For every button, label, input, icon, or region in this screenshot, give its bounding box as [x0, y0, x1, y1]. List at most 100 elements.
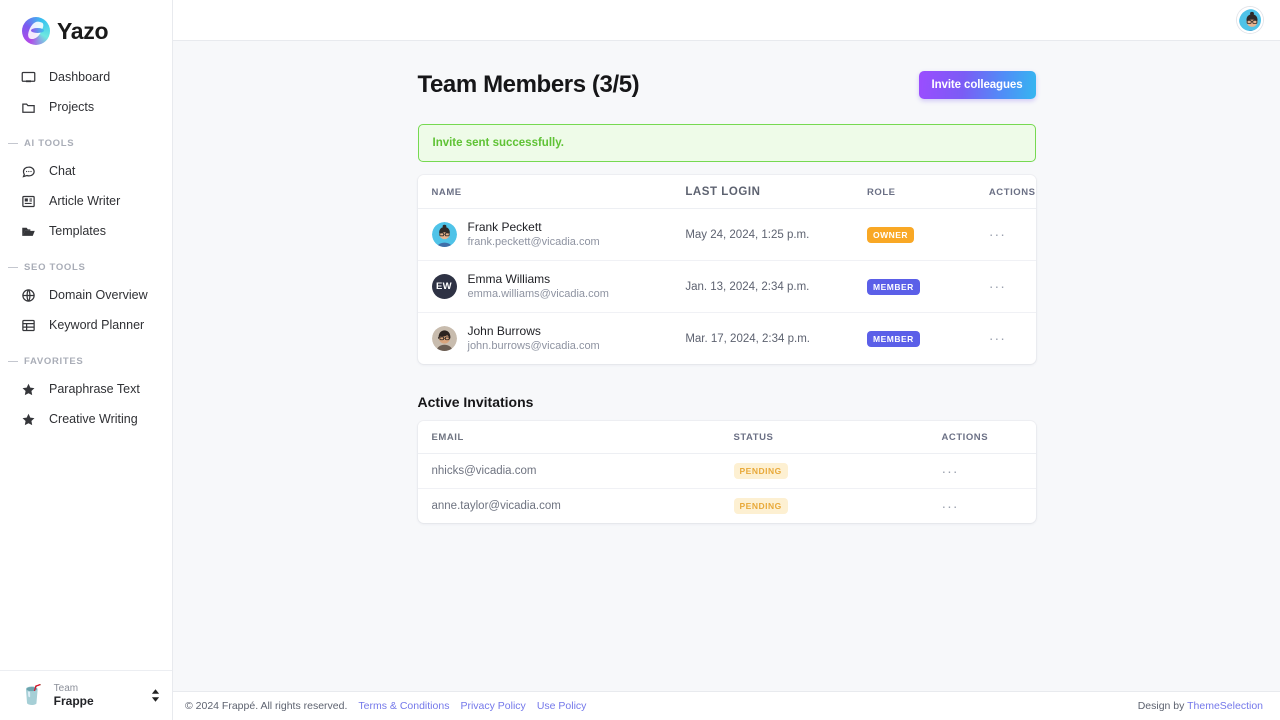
table-row[interactable]: EW Emma Williams emma.williams@vicadia.c… — [418, 261, 1036, 313]
brand-logo[interactable]: Yazo — [0, 0, 172, 50]
copyright-text: © 2024 Frappé. All rights reserved. — [185, 700, 347, 712]
table-head: NAME LAST LOGIN ROLE ACTIONS — [418, 175, 1036, 209]
monitor-icon — [20, 69, 37, 86]
footer-link-terms[interactable]: Terms & Conditions — [358, 700, 449, 712]
sidebar-item-label: Dashboard — [49, 70, 110, 84]
sidebar-item-label: Paraphrase Text — [49, 382, 140, 396]
cell-role: OWNER — [867, 209, 971, 261]
column-header-name: NAME — [418, 175, 686, 209]
chat-bubble-icon — [20, 163, 37, 180]
sidebar-item-label: Article Writer — [49, 194, 120, 208]
user-avatar-button[interactable] — [1237, 7, 1263, 33]
table-row[interactable]: anne.taylor@vicadia.com PENDING ··· — [418, 489, 1036, 524]
member-email: emma.williams@vicadia.com — [468, 287, 609, 302]
avatar-frank-image — [432, 222, 457, 247]
member-name: Emma Williams — [468, 271, 609, 287]
member-identity: Frank Peckett frank.peckett@vicadia.com — [432, 209, 686, 260]
footer-right: Design by ThemeSelection — [1138, 700, 1263, 712]
table-header-row: NAME LAST LOGIN ROLE ACTIONS — [418, 175, 1036, 209]
member-email: frank.peckett@vicadia.com — [468, 235, 600, 250]
sidebar-section-ai-tools: AI TOOLS — [0, 122, 172, 156]
star-icon — [20, 411, 37, 428]
section-title: AI TOOLS — [24, 138, 74, 149]
sidebar-section-seo-tools: SEO TOOLS — [0, 246, 172, 280]
footer-link-privacy[interactable]: Privacy Policy — [460, 700, 525, 712]
member-identity: EW Emma Williams emma.williams@vicadia.c… — [432, 261, 686, 312]
sidebar-item-dashboard[interactable]: Dashboard — [0, 62, 172, 92]
footer: © 2024 Frappé. All rights reserved. Term… — [173, 691, 1280, 720]
globe-icon — [20, 287, 37, 304]
folder-icon — [20, 99, 37, 116]
success-alert: Invite sent successfully. — [418, 124, 1036, 162]
column-header-actions: ACTIONS — [971, 175, 1036, 209]
column-header-status: STATUS — [734, 421, 924, 454]
sidebar-item-creative-writing[interactable]: Creative Writing — [0, 404, 172, 434]
role-badge: MEMBER — [867, 279, 920, 295]
table-header-row: EMAIL STATUS ACTIONS — [418, 421, 1036, 454]
status-badge: PENDING — [734, 498, 788, 514]
avatar: EW — [432, 274, 457, 299]
column-header-actions: ACTIONS — [924, 421, 1036, 454]
sidebar-item-chat[interactable]: Chat — [0, 156, 172, 186]
topbar — [173, 0, 1280, 41]
sidebar-item-label: Projects — [49, 100, 94, 114]
sidebar-item-label: Creative Writing — [49, 412, 138, 426]
row-actions-menu-icon[interactable]: ··· — [989, 227, 1006, 241]
avatar-frank-image — [1239, 9, 1263, 33]
table-row[interactable]: John Burrows john.burrows@vicadia.com Ma… — [418, 313, 1036, 365]
cell-actions: ··· — [971, 209, 1036, 261]
member-name: Frank Peckett — [468, 219, 600, 235]
avatar-john-image — [432, 326, 457, 351]
table-body: Frank Peckett frank.peckett@vicadia.com … — [418, 209, 1036, 365]
status-badge: PENDING — [734, 463, 788, 479]
member-email: john.burrows@vicadia.com — [468, 339, 600, 354]
section-dash — [8, 267, 18, 268]
sidebar-item-domain-overview[interactable]: Domain Overview — [0, 280, 172, 310]
sidebar-item-templates[interactable]: Templates — [0, 216, 172, 246]
avatar — [432, 326, 457, 351]
sidebar-item-label: Keyword Planner — [49, 318, 144, 332]
footer-link-themeselection[interactable]: ThemeSelection — [1187, 700, 1263, 712]
role-badge: OWNER — [867, 227, 914, 243]
sidebar-item-paraphrase-text[interactable]: Paraphrase Text — [0, 374, 172, 404]
row-actions-menu-icon[interactable]: ··· — [942, 499, 959, 513]
page-container: Team Members (3/5) Invite colleagues Inv… — [418, 41, 1036, 523]
table-row[interactable]: nhicks@vicadia.com PENDING ··· — [418, 454, 1036, 489]
content-scroll: Team Members (3/5) Invite colleagues Inv… — [173, 41, 1280, 691]
column-header-role: ROLE — [867, 175, 971, 209]
table-row[interactable]: Frank Peckett frank.peckett@vicadia.com … — [418, 209, 1036, 261]
invite-colleagues-button[interactable]: Invite colleagues — [919, 71, 1036, 99]
table-body: nhicks@vicadia.com PENDING ··· anne.tayl… — [418, 454, 1036, 524]
team-name: Frappe — [54, 694, 141, 708]
cell-name: John Burrows john.burrows@vicadia.com — [418, 313, 686, 365]
sidebar-nav: Dashboard Projects AI TOOLS — [0, 50, 172, 434]
sidebar-item-article-writer[interactable]: Article Writer — [0, 186, 172, 216]
member-text: John Burrows john.burrows@vicadia.com — [468, 323, 600, 354]
row-actions-menu-icon[interactable]: ··· — [989, 279, 1006, 293]
team-members-card: NAME LAST LOGIN ROLE ACTIONS — [418, 175, 1036, 364]
sidebar: Yazo Dashboard Projects — [0, 0, 173, 720]
cell-actions: ··· — [924, 489, 1036, 524]
column-header-email: EMAIL — [418, 421, 734, 454]
page-header: Team Members (3/5) Invite colleagues — [418, 63, 1036, 107]
active-invitations-title: Active Invitations — [418, 394, 1036, 410]
design-by-label: Design by — [1138, 700, 1187, 712]
team-switcher[interactable]: 🥤 Team Frappe — [0, 670, 172, 720]
sidebar-item-keyword-planner[interactable]: Keyword Planner — [0, 310, 172, 340]
newspaper-icon — [20, 193, 37, 210]
section-title: FAVORITES — [24, 356, 83, 367]
footer-left: © 2024 Frappé. All rights reserved. Term… — [185, 700, 586, 712]
cell-email: anne.taylor@vicadia.com — [418, 489, 734, 524]
sidebar-item-projects[interactable]: Projects — [0, 92, 172, 122]
page-title: Team Members (3/5) — [418, 71, 640, 99]
team-meta: Team Frappe — [54, 683, 141, 709]
row-actions-menu-icon[interactable]: ··· — [989, 331, 1006, 345]
footer-link-use-policy[interactable]: Use Policy — [537, 700, 587, 712]
sidebar-item-label: Chat — [49, 164, 75, 178]
row-actions-menu-icon[interactable]: ··· — [942, 464, 959, 478]
chevron-up-down-icon[interactable] — [151, 689, 160, 702]
cell-last-login: Mar. 17, 2024, 2:34 p.m. — [685, 313, 867, 365]
cell-name: EW Emma Williams emma.williams@vicadia.c… — [418, 261, 686, 313]
app-root: Yazo Dashboard Projects — [0, 0, 1280, 720]
member-text: Frank Peckett frank.peckett@vicadia.com — [468, 219, 600, 250]
